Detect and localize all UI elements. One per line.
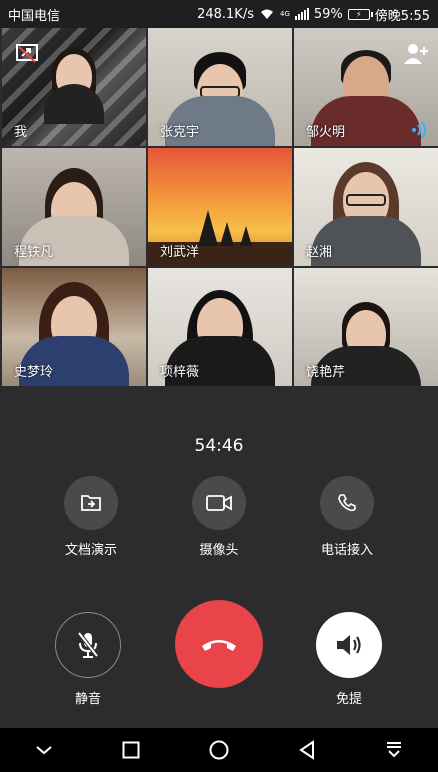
status-bar: 中国电信 248.1K/s 4G 59% ⚡ 傍晚5:55 (0, 0, 438, 28)
speaker-button[interactable]: 免提 (294, 612, 404, 707)
add-participant-icon[interactable] (402, 42, 430, 66)
phone-icon (338, 494, 356, 512)
home-button[interactable] (199, 730, 239, 770)
participant-name: 我 (14, 125, 28, 140)
participant-name: 史梦玲 (14, 365, 54, 380)
participant-tile[interactable]: 邹火明 (294, 28, 438, 146)
participant-tile[interactable]: 刘武洋 (148, 148, 292, 266)
share-document-button[interactable]: 文档演示 (51, 476, 131, 558)
hang-up-icon (202, 640, 236, 651)
participant-name: 饶艳芹 (306, 365, 346, 380)
camera-button[interactable]: 摄像头 (179, 476, 259, 558)
hang-up-button[interactable] (164, 600, 274, 688)
participant-name: 赵湘 (306, 245, 333, 260)
participant-tile-me[interactable]: 我 (2, 28, 146, 146)
circle-icon (209, 740, 229, 760)
system-navigation-bar (0, 728, 438, 772)
network-type: 4G (280, 9, 290, 18)
participant-tile[interactable]: 赵湘 (294, 148, 438, 266)
participant-tile[interactable]: 程铁凡 (2, 148, 146, 266)
mic-off-icon (77, 631, 99, 658)
share-document-label: 文档演示 (64, 543, 117, 558)
back-button[interactable] (287, 730, 327, 770)
participant-name: 程铁凡 (14, 245, 54, 260)
back-triangle-icon (298, 740, 314, 760)
share-screen-icon (81, 495, 101, 511)
mute-button[interactable]: 静音 (33, 612, 143, 707)
wifi-icon (261, 9, 273, 19)
square-icon (122, 741, 140, 759)
recent-apps-button[interactable] (111, 730, 151, 770)
hide-nav-button[interactable] (24, 730, 64, 770)
clock: 傍晚5:55 (374, 8, 430, 24)
camera-label: 摄像头 (199, 543, 239, 558)
notification-pull-button[interactable] (374, 730, 414, 770)
carrier-label: 中国电信 (8, 8, 61, 24)
participant-tile[interactable]: 饶艳芹 (294, 268, 438, 386)
speaking-indicator-icon (412, 121, 426, 139)
phone-join-button[interactable]: 电话接入 (307, 476, 387, 558)
participant-name: 张克宇 (160, 125, 200, 140)
participant-tile[interactable]: 张克宇 (148, 28, 292, 146)
participant-name: 项梓薇 (160, 365, 200, 380)
screen-share-icon[interactable] (16, 44, 38, 64)
pull-down-icon (387, 742, 402, 758)
battery-icon: ⚡ (347, 8, 373, 20)
participant-name: 刘武洋 (160, 245, 200, 260)
participant-grid: 我 张克宇 邹火明 程铁凡 刘武洋 赵湘 史梦玲 项梓薇 饶艳芹 (2, 28, 438, 386)
video-camera-icon (206, 495, 232, 511)
participant-name: 邹火明 (306, 125, 346, 140)
mute-label: 静音 (74, 692, 101, 707)
battery-percent: 59% (313, 6, 343, 22)
call-timer: 54:46 (194, 436, 244, 456)
participant-tile[interactable]: 项梓薇 (148, 268, 292, 386)
speaker-label: 免提 (335, 692, 362, 707)
chevron-down-icon (36, 746, 52, 755)
phone-join-label: 电话接入 (320, 543, 373, 558)
participant-tile[interactable]: 史梦玲 (2, 268, 146, 386)
network-speed: 248.1K/s (197, 6, 254, 22)
speaker-icon (337, 635, 361, 655)
signal-icon (294, 8, 309, 20)
